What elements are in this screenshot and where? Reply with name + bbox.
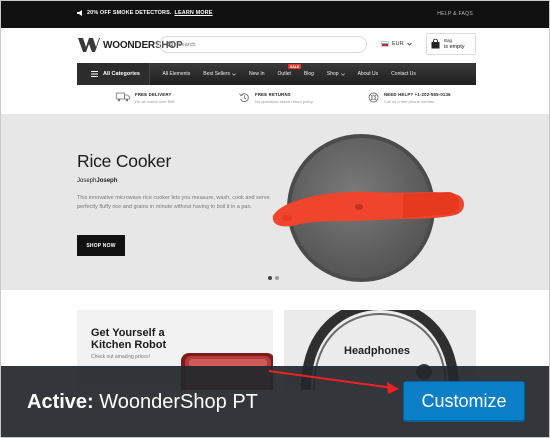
sale-badge: SALE bbox=[288, 64, 302, 69]
help-faqs-link[interactable]: HELP & FAQS bbox=[437, 11, 473, 17]
feature-free-delivery: FREE DELIVERY On all orders over $98 bbox=[116, 92, 175, 104]
slider-dot[interactable] bbox=[275, 276, 279, 280]
theme-screenshot: 20% OFF SMOKE DETECTORS. LEARN MORE HELP… bbox=[0, 0, 550, 438]
nav-all-elements[interactable]: All Elements bbox=[156, 71, 197, 77]
feature-title: FREE DELIVERY bbox=[135, 92, 172, 97]
nav-shop[interactable]: Shop bbox=[320, 71, 351, 77]
flag-icon bbox=[381, 41, 389, 47]
theme-name: WoonderShop PT bbox=[99, 391, 258, 413]
feature-free-returns: FREE RETURNS No questions asked return p… bbox=[239, 92, 313, 104]
megaphone-icon bbox=[77, 10, 82, 16]
nav-best-sellers[interactable]: Best Sellers bbox=[197, 71, 243, 77]
search-icon bbox=[167, 41, 174, 48]
hamburger-icon bbox=[91, 71, 98, 77]
shopping-bag-button[interactable]: Bag is empty bbox=[426, 33, 476, 55]
currency-label: EUR bbox=[392, 41, 404, 47]
nav-about-us[interactable]: About Us bbox=[351, 71, 385, 77]
hero-title: Rice Cooker bbox=[77, 151, 172, 171]
feature-title: NEED HELP? +1-202-555-0136 bbox=[384, 92, 451, 97]
nav-new-in[interactable]: New In bbox=[242, 71, 271, 77]
feature-title: FREE RETURNS bbox=[255, 92, 291, 97]
active-theme-bar: Active: WoonderShop PT Customize bbox=[1, 366, 549, 437]
slider-dots bbox=[268, 276, 279, 280]
promo-message: 20% OFF SMOKE DETECTORS. LEARN MORE bbox=[77, 10, 213, 16]
hero-brand: JosephJoseph bbox=[77, 178, 118, 184]
slider-dot[interactable] bbox=[268, 276, 272, 280]
bag-icon bbox=[431, 39, 440, 49]
active-theme-label: Active: WoonderShop PT bbox=[27, 391, 258, 413]
chevron-down-icon bbox=[232, 72, 236, 76]
shop-now-button[interactable]: SHOP NOW bbox=[77, 235, 125, 256]
site-header: WOONDERSHOP EUR Bag is empty bbox=[1, 28, 549, 63]
feature-need-help: NEED HELP? +1-202-555-0136 Call us a fre… bbox=[368, 92, 451, 104]
card-title: Headphones bbox=[344, 345, 411, 357]
currency-selector[interactable]: EUR bbox=[381, 41, 412, 47]
bag-status: Bag is empty bbox=[444, 38, 465, 50]
hero-slider: Rice Cooker JosephJoseph This innovative… bbox=[1, 114, 549, 290]
hero-description: This innovative microwave rice cooker le… bbox=[77, 195, 270, 210]
card-title: Get Yourself a Kitchen Robot bbox=[91, 327, 167, 351]
truck-icon bbox=[116, 92, 130, 102]
search-box bbox=[159, 36, 367, 53]
support-icon bbox=[368, 92, 379, 103]
feature-subtitle: No questions asked return policy bbox=[255, 98, 314, 104]
feature-subtitle: On all orders over $98 bbox=[135, 98, 175, 104]
nav-contact-us[interactable]: Contact Us bbox=[385, 71, 423, 77]
feature-subtitle: Call us a free phone number bbox=[384, 98, 435, 104]
learn-more-link[interactable]: LEARN MORE bbox=[175, 10, 213, 16]
logo-mark-icon bbox=[78, 38, 100, 52]
promo-bar: 20% OFF SMOKE DETECTORS. LEARN MORE HELP… bbox=[1, 1, 549, 28]
chevron-down-icon bbox=[406, 42, 412, 46]
all-categories-button[interactable]: All Categories bbox=[77, 63, 150, 85]
main-navigation: All Categories All Elements Best Sellers… bbox=[77, 63, 476, 85]
return-icon bbox=[239, 93, 249, 103]
customize-button[interactable]: Customize bbox=[403, 381, 525, 422]
chevron-down-icon bbox=[340, 72, 345, 76]
card-subtitle: Check out amazing prices! bbox=[91, 354, 150, 360]
search-input[interactable] bbox=[178, 41, 348, 48]
nav-outlet[interactable]: Outlet SALE bbox=[271, 64, 302, 77]
promo-text: 20% OFF SMOKE DETECTORS. bbox=[87, 10, 172, 16]
nav-blog[interactable]: Blog bbox=[297, 71, 320, 77]
rice-cooker-image bbox=[272, 134, 464, 282]
